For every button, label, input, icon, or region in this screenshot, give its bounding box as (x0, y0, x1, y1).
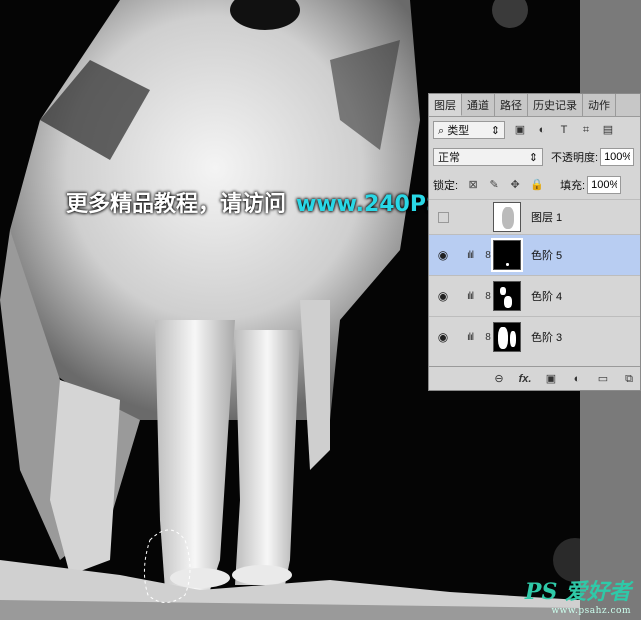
chain-link-icon[interactable]: 8 (483, 332, 493, 343)
layer-filter-select[interactable]: ⌕ 类型 ⇕ (433, 121, 505, 139)
tab-paths[interactable]: 路径 (495, 94, 528, 116)
panel-bottom-toolbar: ⊖ fx. ▣ ◐ ▭ ⧉ (429, 366, 640, 390)
layer-mask-thumbnail[interactable] (491, 238, 523, 272)
image-filter-icon[interactable]: ▣ (513, 123, 527, 137)
layers-list: 图层 1 ◉ ılıl 8 色阶 5 ◉ ılıl 8 色阶 4 ◉ ılıl … (429, 199, 640, 357)
levels-adjustment-icon: ılıl (467, 249, 474, 261)
logo-text: PS 爱好者 (524, 579, 631, 605)
layers-panel: 图层 通道 路径 历史记录 动作 ⌕ 类型 ⇕ ▣ ◐ T ⌗ ▤ 正常 ⇕ 不… (428, 93, 641, 391)
levels-adjustment-icon: ılıl (467, 290, 474, 302)
link-layers-icon[interactable]: ⊖ (492, 372, 506, 386)
layer-mask-thumbnail[interactable] (493, 322, 521, 352)
watermark-text: 更多精品教程，请访问 (66, 192, 287, 217)
lock-label: 锁定: (433, 180, 459, 192)
layer-row[interactable]: ◉ ılıl 8 色阶 3 (429, 316, 640, 357)
chain-link-icon[interactable]: 8 (483, 291, 493, 302)
shape-filter-icon[interactable]: ⌗ (579, 123, 593, 137)
blend-row: 正常 ⇕ 不透明度: (433, 148, 640, 166)
layer-name: 色阶 5 (531, 250, 563, 262)
lock-all-icon[interactable]: 🔒 (530, 179, 544, 191)
filter-label: 类型 (447, 125, 470, 137)
layer-row[interactable]: 图层 1 (429, 199, 640, 234)
blend-mode-select[interactable]: 正常 ⇕ (433, 148, 543, 166)
layer-name: 色阶 3 (531, 332, 563, 344)
eye-icon[interactable]: ◉ (429, 330, 457, 344)
lock-transparent-icon[interactable]: ⊠ (467, 179, 479, 191)
layer-name: 图层 1 (531, 212, 563, 224)
eye-icon[interactable]: ◉ (429, 248, 457, 262)
fill-label: 填充: (560, 180, 586, 192)
filter-row: ⌕ 类型 ⇕ ▣ ◐ T ⌗ ▤ (433, 121, 640, 139)
type-filter-icon[interactable]: T (557, 123, 571, 137)
opacity-label: 不透明度: (551, 152, 599, 164)
layer-row[interactable]: ◉ ılıl 8 色阶 4 (429, 275, 640, 316)
chain-link-icon[interactable]: 8 (483, 250, 493, 261)
fx-icon[interactable]: fx. (518, 372, 532, 386)
adjustment-layer-icon[interactable]: ◐ (570, 372, 584, 386)
layer-row[interactable]: ◉ ılıl 8 色阶 5 (429, 234, 640, 275)
fill-input[interactable] (587, 176, 622, 194)
panel-tabs: 图层 通道 路径 历史记录 动作 (429, 94, 640, 117)
opacity-input[interactable] (600, 148, 635, 166)
eye-icon[interactable]: ◉ (429, 289, 457, 303)
chevron-updown-icon: ⇕ (528, 151, 538, 164)
levels-adjustment-icon: ılıl (467, 331, 474, 343)
tab-channels[interactable]: 通道 (462, 94, 495, 116)
tab-history[interactable]: 历史记录 (528, 94, 583, 116)
logo-url: www.psahz.com (551, 606, 631, 616)
visibility-toggle[interactable] (429, 211, 457, 223)
group-icon[interactable]: ▭ (596, 372, 610, 386)
lock-row: 锁定: ⊠ ✎ ✥ 🔒 填充: (433, 176, 640, 194)
lock-paint-icon[interactable]: ✎ (488, 179, 500, 191)
tab-actions[interactable]: 动作 (583, 94, 616, 116)
adjustment-filter-icon[interactable]: ◐ (535, 123, 549, 137)
lock-position-icon[interactable]: ✥ (509, 179, 521, 191)
layer-name: 色阶 4 (531, 291, 563, 303)
smart-object-filter-icon[interactable]: ▤ (601, 123, 615, 137)
layer-thumbnail (493, 202, 521, 232)
blend-mode-value: 正常 (438, 152, 460, 164)
add-mask-icon[interactable]: ▣ (544, 372, 558, 386)
new-layer-icon[interactable]: ⧉ (622, 372, 636, 386)
layer-mask-thumbnail[interactable] (493, 281, 521, 311)
search-icon: ⌕ (438, 125, 445, 137)
tab-layers[interactable]: 图层 (429, 94, 462, 116)
site-logo: PS 爱好者 www.psahz.com (525, 574, 631, 616)
chevron-updown-icon: ⇕ (490, 124, 500, 137)
